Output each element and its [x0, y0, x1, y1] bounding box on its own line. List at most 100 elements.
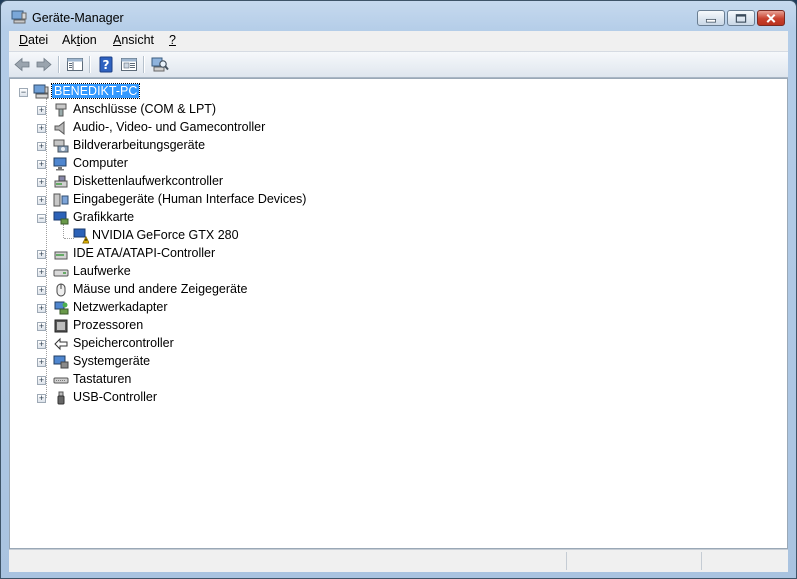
- keyboard-icon: [53, 377, 69, 384]
- ide-controller-icon: [54, 251, 68, 260]
- expand-toggle[interactable]: +: [37, 196, 46, 205]
- tree-category-label[interactable]: Netzwerkadapter: [73, 300, 168, 314]
- drive-icon: [53, 269, 69, 277]
- usb-icon: [57, 391, 65, 405]
- computer-icon: [53, 157, 67, 171]
- expand-toggle[interactable]: +: [37, 358, 46, 367]
- tree-category-label[interactable]: Systemgeräte: [73, 354, 150, 368]
- expand-toggle[interactable]: +: [37, 124, 46, 133]
- tree-category-label[interactable]: Grafikkarte: [73, 210, 134, 224]
- title-bar[interactable]: Geräte-Manager: [1, 1, 796, 31]
- tree-category-label[interactable]: Speichercontroller: [73, 336, 174, 350]
- expand-toggle[interactable]: +: [37, 160, 46, 169]
- system-devices-icon: [53, 355, 69, 369]
- tree-category-node[interactable]: + Anschlüsse (COM & LPT): [10, 101, 770, 119]
- tree-category-node[interactable]: + USB-Controller: [10, 389, 770, 407]
- tree-category-label[interactable]: Bildverarbeitungsgeräte: [73, 138, 205, 152]
- tree-category-label[interactable]: Diskettenlaufwerkcontroller: [73, 174, 223, 188]
- minimize-button[interactable]: [697, 10, 725, 26]
- window-title: Geräte-Manager: [32, 11, 124, 25]
- tree-category-node[interactable]: − Grafikkarte: [10, 209, 770, 227]
- tree-category-node[interactable]: + Bildverarbeitungsgeräte: [10, 137, 770, 155]
- processor-icon: [54, 319, 68, 333]
- tree-category-node[interactable]: + Audio-, Video- und Gamecontroller: [10, 119, 770, 137]
- network-icon: [54, 301, 69, 315]
- forward-arrow-icon[interactable]: [34, 55, 54, 74]
- tree-category-label[interactable]: Laufwerke: [73, 264, 131, 278]
- close-button[interactable]: [757, 10, 785, 26]
- port-icon: [55, 103, 67, 117]
- tree-category-label[interactable]: Anschlüsse (COM & LPT): [73, 102, 216, 116]
- show-hide-console-tree-icon[interactable]: [65, 55, 85, 74]
- toolbar-separator: [89, 56, 91, 73]
- menu-bar: Datei Aktion Ansicht ?: [9, 31, 788, 52]
- device-manager-window: Geräte-Manager Datei Aktion Ansicht ? ? …: [0, 0, 797, 579]
- tree-category-node[interactable]: + Laufwerke: [10, 263, 770, 281]
- tree-category-label[interactable]: Prozessoren: [73, 318, 143, 332]
- menu-ansicht[interactable]: Ansicht: [113, 33, 154, 47]
- toolbar: ?: [9, 52, 788, 78]
- tree-root-label[interactable]: BENEDIKT-PC: [50, 83, 141, 99]
- collapse-toggle[interactable]: −: [37, 214, 46, 223]
- tree-device-node[interactable]: NVIDIA GeForce GTX 280: [10, 227, 770, 245]
- expand-toggle[interactable]: +: [37, 340, 46, 349]
- storage-controller-icon: [54, 337, 68, 351]
- expand-toggle[interactable]: +: [37, 322, 46, 331]
- tree-category-label[interactable]: IDE ATA/ATAPI-Controller: [73, 246, 215, 260]
- mouse-icon: [56, 283, 66, 297]
- tree-category-label[interactable]: USB-Controller: [73, 390, 157, 404]
- device-tree[interactable]: − BENEDIKT-PC + Anschlüsse (COM & LPT) + Au…: [9, 78, 788, 549]
- back-arrow-icon[interactable]: [12, 55, 32, 74]
- tree-category-node[interactable]: + Speichercontroller: [10, 335, 770, 353]
- floppy-controller-icon: [54, 175, 68, 188]
- expand-toggle[interactable]: +: [37, 178, 46, 187]
- tree-category-label[interactable]: Tastaturen: [73, 372, 131, 386]
- tree-category-node[interactable]: + Diskettenlaufwerkcontroller: [10, 173, 770, 191]
- status-panel: [566, 552, 567, 570]
- tree-category-node[interactable]: + Prozessoren: [10, 317, 770, 335]
- maximize-icon: [735, 14, 747, 23]
- status-panel: [701, 552, 702, 570]
- properties-icon[interactable]: [119, 55, 139, 74]
- status-bar: [9, 549, 788, 572]
- maximize-button[interactable]: [727, 10, 755, 26]
- device-manager-icon: [11, 10, 27, 24]
- tree-device-label[interactable]: NVIDIA GeForce GTX 280: [92, 228, 239, 242]
- tree-category-label[interactable]: Audio-, Video- und Gamecontroller: [73, 120, 265, 134]
- menu-help[interactable]: ?: [169, 33, 176, 47]
- toolbar-separator: [58, 56, 60, 73]
- expand-toggle[interactable]: +: [37, 376, 46, 385]
- tree-category-node[interactable]: + Netzwerkadapter: [10, 299, 770, 317]
- hid-icon: [53, 193, 69, 207]
- tree-category-node[interactable]: + Tastaturen: [10, 371, 770, 389]
- display-adapter-icon: [53, 211, 69, 225]
- expand-toggle[interactable]: +: [37, 250, 46, 259]
- scan-hardware-icon[interactable]: [150, 55, 170, 74]
- speaker-icon: [54, 120, 65, 136]
- close-icon: [766, 13, 776, 23]
- expand-toggle[interactable]: +: [37, 268, 46, 277]
- expand-toggle[interactable]: +: [37, 304, 46, 313]
- tree-category-node[interactable]: + IDE ATA/ATAPI-Controller: [10, 245, 770, 263]
- expand-toggle[interactable]: +: [37, 106, 46, 115]
- camera-icon: [53, 139, 69, 153]
- svg-text:?: ?: [103, 58, 110, 72]
- tree-category-node[interactable]: + Eingabegeräte (Human Interface Devices): [10, 191, 770, 209]
- tree-root-node[interactable]: − BENEDIKT-PC: [10, 83, 770, 101]
- expand-toggle[interactable]: +: [37, 394, 46, 403]
- minimize-icon: [705, 18, 716, 23]
- tree-category-node[interactable]: + Systemgeräte: [10, 353, 770, 371]
- tree-category-node[interactable]: + Computer: [10, 155, 770, 173]
- tree-category-label[interactable]: Mäuse und andere Zeigegeräte: [73, 282, 247, 296]
- display-warning-icon: [73, 228, 89, 244]
- menu-aktion[interactable]: Aktion: [62, 33, 97, 47]
- collapse-toggle[interactable]: −: [19, 88, 28, 97]
- expand-toggle[interactable]: +: [37, 286, 46, 295]
- tree-category-label[interactable]: Computer: [73, 156, 128, 170]
- help-icon[interactable]: ?: [96, 55, 116, 74]
- computer-icon: [33, 84, 49, 99]
- expand-toggle[interactable]: +: [37, 142, 46, 151]
- menu-datei[interactable]: Datei: [19, 33, 48, 47]
- tree-category-node[interactable]: + Mäuse und andere Zeigegeräte: [10, 281, 770, 299]
- tree-category-label[interactable]: Eingabegeräte (Human Interface Devices): [73, 192, 306, 206]
